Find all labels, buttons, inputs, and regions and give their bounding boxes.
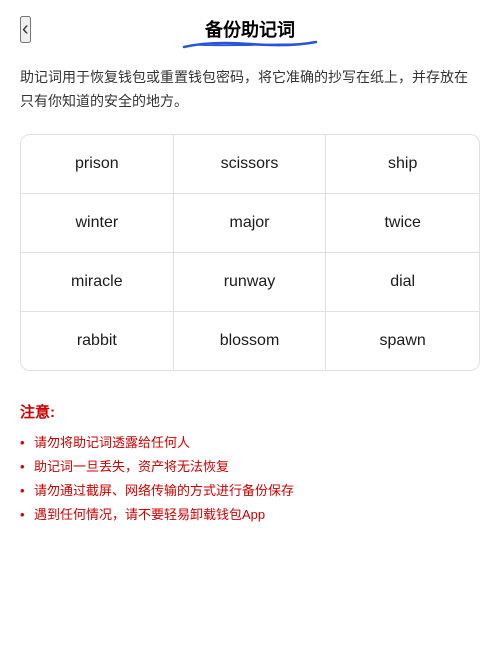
back-button[interactable]: ‹ [20, 16, 31, 43]
notes-list: 请勿将助记词透露给任何人助记词一旦丢失，资产将无法恢复请勿通过截屏、网络传输的方… [20, 432, 480, 526]
mnemonic-word-9: dial [326, 253, 479, 312]
mnemonic-word-7: miracle [21, 253, 174, 312]
back-icon: ‹ [22, 18, 29, 41]
notes-title: 注意: [20, 401, 480, 422]
mnemonic-word-10: rabbit [21, 312, 174, 370]
mnemonic-word-6: twice [326, 194, 479, 253]
note-item-4: 遇到任何情况，请不要轻易卸载钱包App [20, 504, 480, 526]
description-text: 助记词用于恢复钱包或重置钱包密码，将它准确的抄写在纸上，并存放在只有你知道的安全… [0, 58, 500, 134]
note-item-1: 请勿将助记词透露给任何人 [20, 432, 480, 454]
mnemonic-word-5: major [174, 194, 327, 253]
mnemonic-word-11: blossom [174, 312, 327, 370]
mnemonic-grid: prisonscissorsship wintermajortwice miracl… [21, 135, 479, 370]
header: ‹ 备份助记词 [0, 0, 500, 58]
mnemonic-word-12: spawn [326, 312, 479, 370]
mnemonic-word-8: runway [174, 253, 327, 312]
notes-section: 注意: 请勿将助记词透露给任何人助记词一旦丢失，资产将无法恢复请勿通过截屏、网络… [0, 391, 500, 548]
mnemonic-word-1: prison [21, 135, 174, 194]
mnemonic-word-3: ship [326, 135, 479, 194]
note-item-2: 助记词一旦丢失，资产将无法恢复 [20, 456, 480, 478]
page-title: 备份助记词 [205, 16, 295, 42]
mnemonic-grid-container: prisonscissorsship wintermajortwice miracl… [20, 134, 480, 371]
mnemonic-word-4: winter [21, 194, 174, 253]
mnemonic-word-2: scissors [174, 135, 327, 194]
note-item-3: 请勿通过截屏、网络传输的方式进行备份保存 [20, 480, 480, 502]
